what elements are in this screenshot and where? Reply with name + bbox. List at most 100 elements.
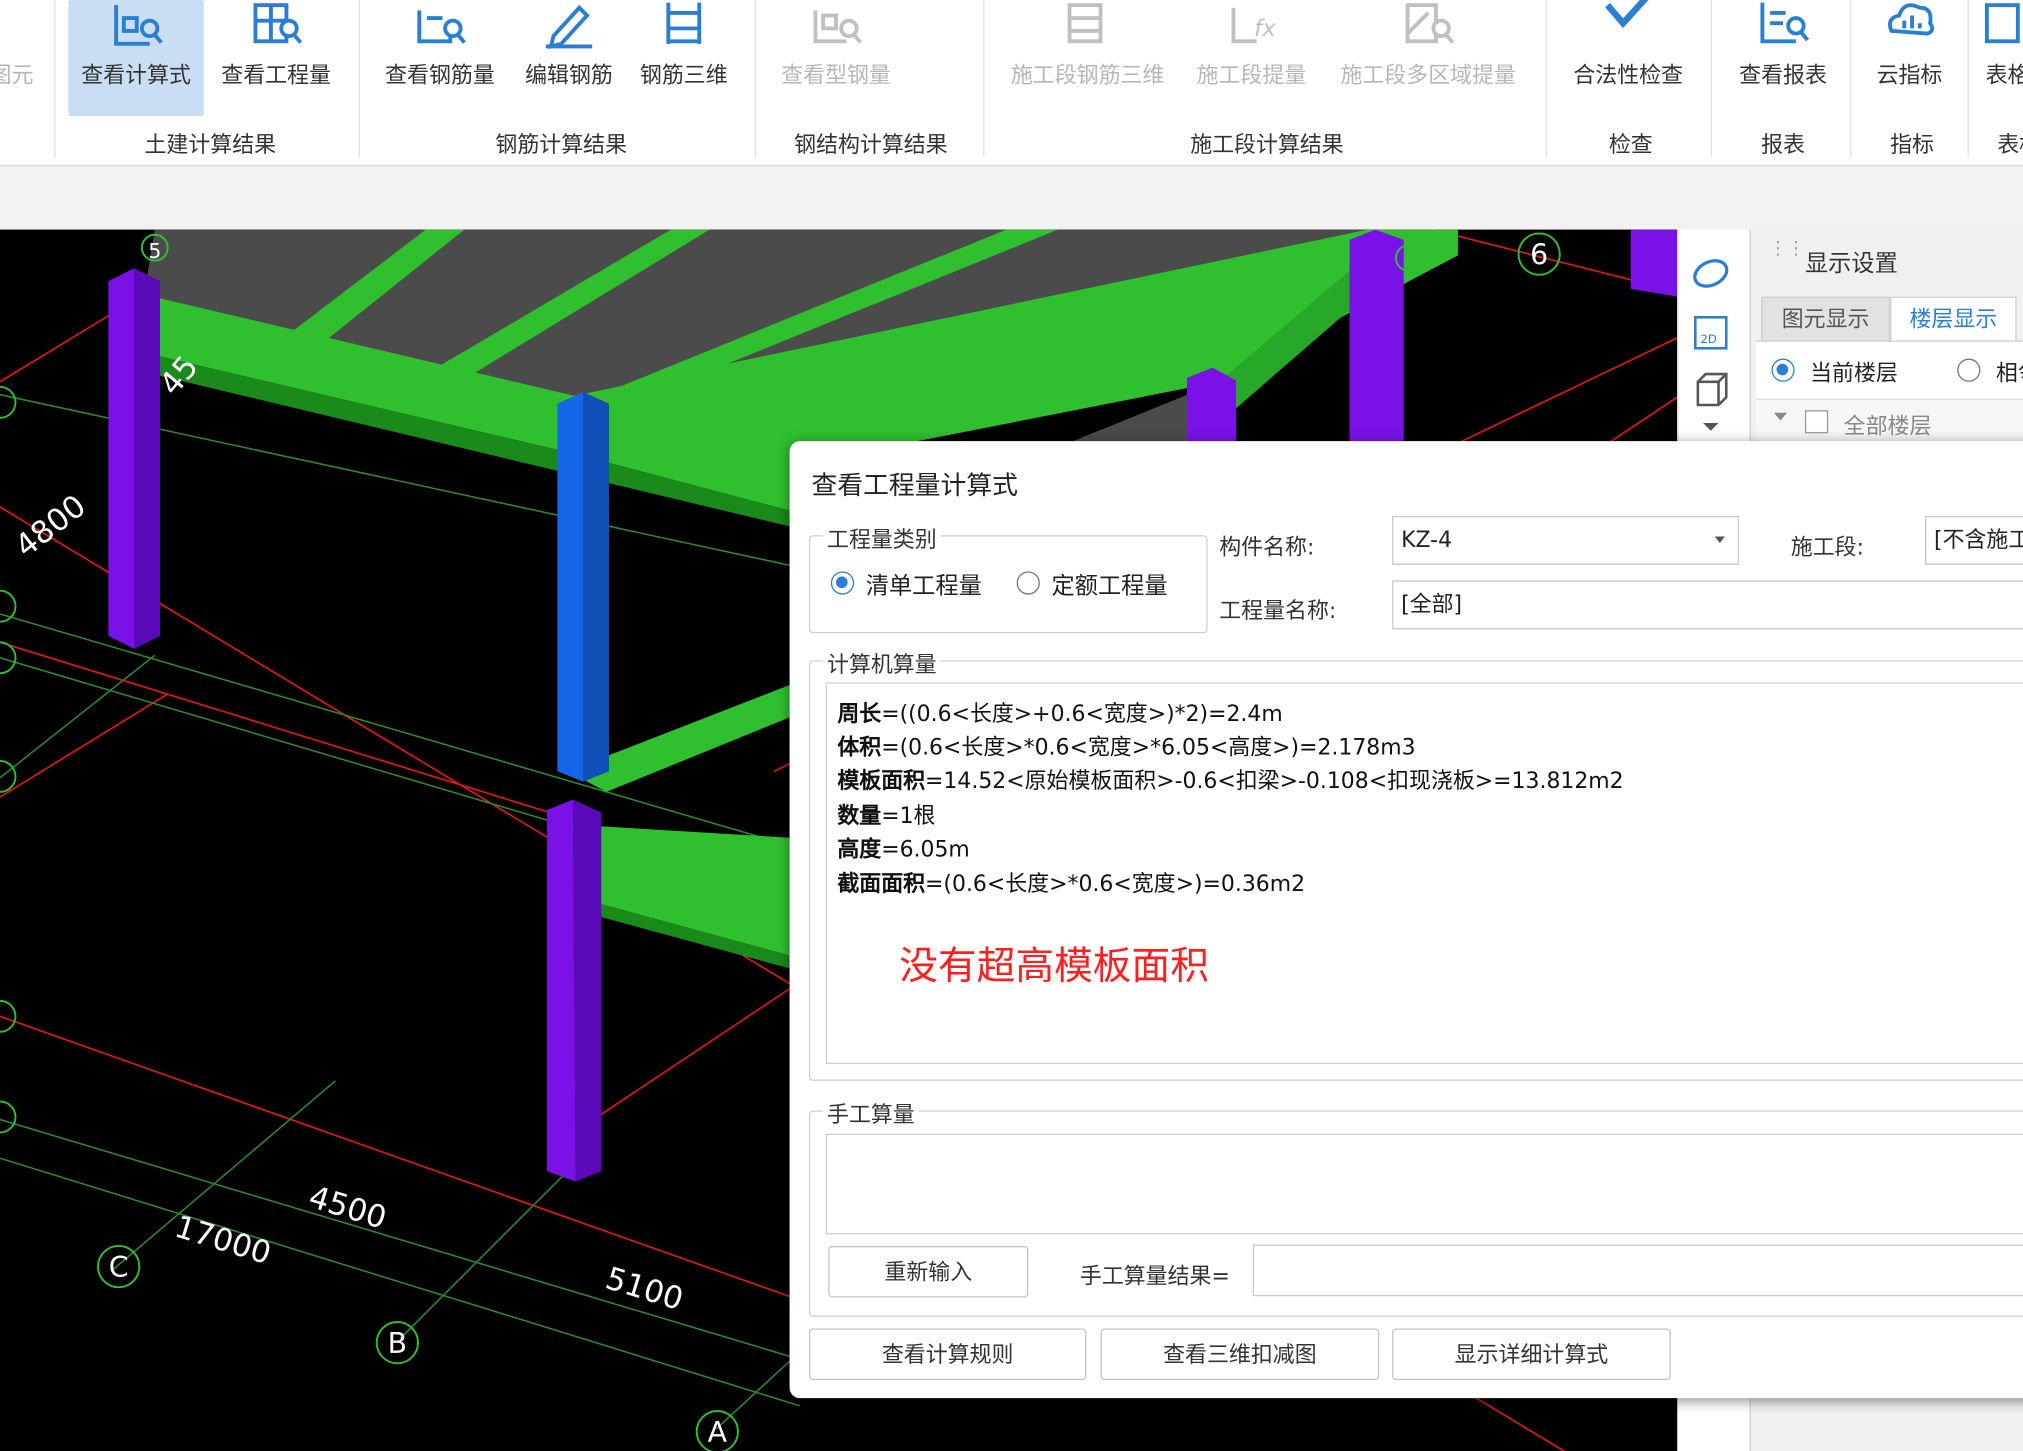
- ribbon-button-label: 表格: [1985, 63, 2023, 89]
- manual-calc-textarea[interactable]: [825, 1133, 2023, 1235]
- ribbon-button-edit-rebar[interactable]: 编辑钢筋: [513, 0, 624, 116]
- dialog-title: 查看工程量计算式: [811, 469, 1018, 501]
- ribbon-group-report: 报表: [1761, 132, 1805, 159]
- drag-handle-icon[interactable]: ⋮⋮: [1769, 240, 1805, 271]
- quantity-type-group: 工程量类别 清单工程量 定额工程量: [808, 521, 1208, 634]
- calc-line-perimeter: 周长=((0.6<长度>+0.6<宽度>)*2)=2.4m: [837, 701, 1283, 728]
- ribbon-button-label: 施工段多区域提量: [1340, 63, 1516, 89]
- segment-rebar-3d-icon: [1067, 3, 1103, 44]
- dimension-label: 4800: [9, 488, 93, 565]
- ribbon-button-label: 查看型钢量: [781, 63, 891, 89]
- quantity-view-icon: [253, 3, 303, 44]
- ribbon-separator: [983, 0, 985, 158]
- all-floors-checkbox[interactable]: [1804, 410, 1829, 434]
- ribbon-button-label: 钢筋三维: [639, 63, 728, 89]
- ribbon-button-legality-check[interactable]: 合法性检查: [1561, 0, 1695, 116]
- ribbon-button-label: 施工段提量: [1196, 63, 1307, 89]
- bill-quantity-label: 清单工程量: [865, 572, 982, 600]
- ribbon-group-rebar-result: 钢筋计算结果: [495, 132, 628, 159]
- ribbon-group-civil-result: 土建计算结果: [144, 132, 277, 159]
- expand-down-icon[interactable]: [1690, 418, 1731, 436]
- manual-calc-legend: 手工算量: [823, 1096, 919, 1129]
- axis-label: 5: [148, 239, 161, 263]
- tab-floor-display[interactable]: 楼层显示: [1890, 296, 2017, 342]
- segment-label: 施工段:: [1790, 535, 1864, 562]
- segment-extract-icon: fx: [1231, 7, 1276, 44]
- panel-title: 显示设置: [1804, 250, 1898, 278]
- quota-quantity-radio[interactable]: [1016, 571, 1040, 595]
- ribbon-button-segment-rebar-3d[interactable]: 施工段钢筋三维: [1000, 0, 1175, 116]
- quantity-name-label: 工程量名称:: [1219, 598, 1337, 625]
- quantity-type-legend: 工程量类别: [823, 521, 941, 554]
- ribbon-button-view-quantity[interactable]: 查看工程量: [210, 0, 342, 116]
- calc-line-section-area: 截面面积=(0.6<长度>*0.6<宽度>)=0.36m2: [837, 871, 1306, 898]
- ribbon-button-label: 编辑钢筋: [525, 63, 613, 89]
- 2d-view-icon[interactable]: 2D: [1690, 312, 1731, 353]
- ribbon-button-view-steel[interactable]: 查看型钢量: [770, 0, 902, 116]
- chevron-down-icon: [1714, 536, 1725, 543]
- ribbon-separator: [1850, 0, 1852, 158]
- annotation-note: 没有超高模板面积: [899, 944, 1209, 990]
- ribbon-button-segment-extract[interactable]: fx 施工段提量: [1184, 0, 1318, 116]
- view-calc-rules-button[interactable]: 查看计算规则: [808, 1328, 1087, 1381]
- ribbon-button-view-report[interactable]: 查看报表: [1724, 0, 1843, 116]
- ribbon-button-cloud-index[interactable]: 云指标: [1862, 0, 1957, 116]
- ribbon-button-view-formula[interactable]: 查看计算式: [68, 0, 204, 117]
- svg-text:2D: 2D: [1700, 332, 1716, 346]
- ribbon-button-label: 云指标: [1876, 63, 1943, 89]
- quantity-name-field[interactable]: [全部]: [1392, 580, 2023, 630]
- ribbon-button-label: 查看钢筋量: [385, 63, 495, 89]
- tab-element-display[interactable]: 图元显示: [1761, 296, 1891, 344]
- ribbon-toolbar: 图元 查看计算式 查看工程量: [0, 0, 2023, 167]
- ribbon-separator: [754, 0, 757, 158]
- view-tool-column: 2D: [1677, 229, 1746, 443]
- axis-label: A: [708, 1416, 728, 1449]
- current-floor-label: 当前楼层: [1810, 361, 1898, 387]
- ribbon-button-label: 施工段钢筋三维: [1010, 63, 1165, 89]
- bill-quantity-radio[interactable]: [830, 571, 855, 595]
- adjacent-floor-label: 相邻楼层: [1995, 361, 2023, 387]
- calc-line-volume: 体积=(0.6<长度>*0.6<宽度>*6.05<高度>)=2.178m3: [837, 735, 1416, 761]
- ribbon-group-index: 指标: [1890, 132, 1934, 159]
- quota-quantity-label: 定额工程量: [1051, 572, 1168, 600]
- dimension-label: 5100: [601, 1260, 687, 1317]
- ribbon-separator: [54, 0, 56, 158]
- reenter-button[interactable]: 重新输入: [828, 1245, 1029, 1298]
- table-icon: [1984, 3, 2020, 44]
- collapse-icon[interactable]: [1773, 412, 1787, 421]
- formula-view-icon: [113, 5, 163, 46]
- adjacent-floor-radio[interactable]: [1957, 358, 1981, 382]
- ribbon-button-table[interactable]: 表格: [1979, 0, 2023, 116]
- ribbon-button-rebar-3d[interactable]: 钢筋三维: [632, 0, 735, 116]
- ribbon-separator: [1545, 0, 1547, 158]
- svg-text:fx: fx: [1254, 15, 1276, 42]
- manual-result-field[interactable]: [1252, 1244, 2023, 1297]
- view-3d-deduction-button[interactable]: 查看三维扣减图: [1100, 1328, 1380, 1381]
- ribbon-group-table: 表格: [1997, 132, 2023, 159]
- all-floors-row[interactable]: 全部楼层: [1755, 398, 2023, 447]
- 3d-view-icon[interactable]: [1690, 369, 1731, 410]
- segment-select[interactable]: [不含施工段]: [1924, 515, 2023, 565]
- rebar-3d-icon: [666, 2, 702, 44]
- manual-result-label: 手工算量结果=: [1079, 1263, 1230, 1290]
- component-name-label: 构件名称:: [1219, 535, 1315, 562]
- steel-quantity-icon: [813, 10, 863, 44]
- manual-calc-group: 手工算量 重新输入 手工算量结果=: [808, 1096, 2023, 1317]
- calc-line-count: 数量=1根: [837, 803, 936, 830]
- axis-label: C: [109, 1251, 129, 1284]
- ribbon-button-segment-multi-extract[interactable]: 施工段多区域提量: [1326, 0, 1530, 116]
- component-name-select[interactable]: KZ-4: [1392, 515, 1740, 565]
- calc-line-height: 高度=6.05m: [837, 837, 970, 863]
- ribbon-separator: [358, 0, 360, 158]
- report-icon: [1760, 2, 1810, 44]
- orbit-icon[interactable]: [1690, 253, 1731, 294]
- show-detailed-formula-button[interactable]: 显示详细计算式: [1392, 1328, 1671, 1381]
- ribbon-group-check: 检查: [1608, 132, 1653, 159]
- ribbon-button-cut[interactable]: 图元: [0, 0, 39, 116]
- dimension-label: 17000: [171, 1209, 276, 1272]
- current-floor-radio[interactable]: [1771, 358, 1795, 382]
- ribbon-button-view-rebar[interactable]: 查看钢筋量: [374, 0, 506, 116]
- panel-body: 当前楼层 相邻楼层 全部楼层: [1755, 340, 2023, 447]
- toolbar-strip: [0, 166, 2023, 230]
- computer-calc-legend: 计算机算量: [823, 646, 941, 679]
